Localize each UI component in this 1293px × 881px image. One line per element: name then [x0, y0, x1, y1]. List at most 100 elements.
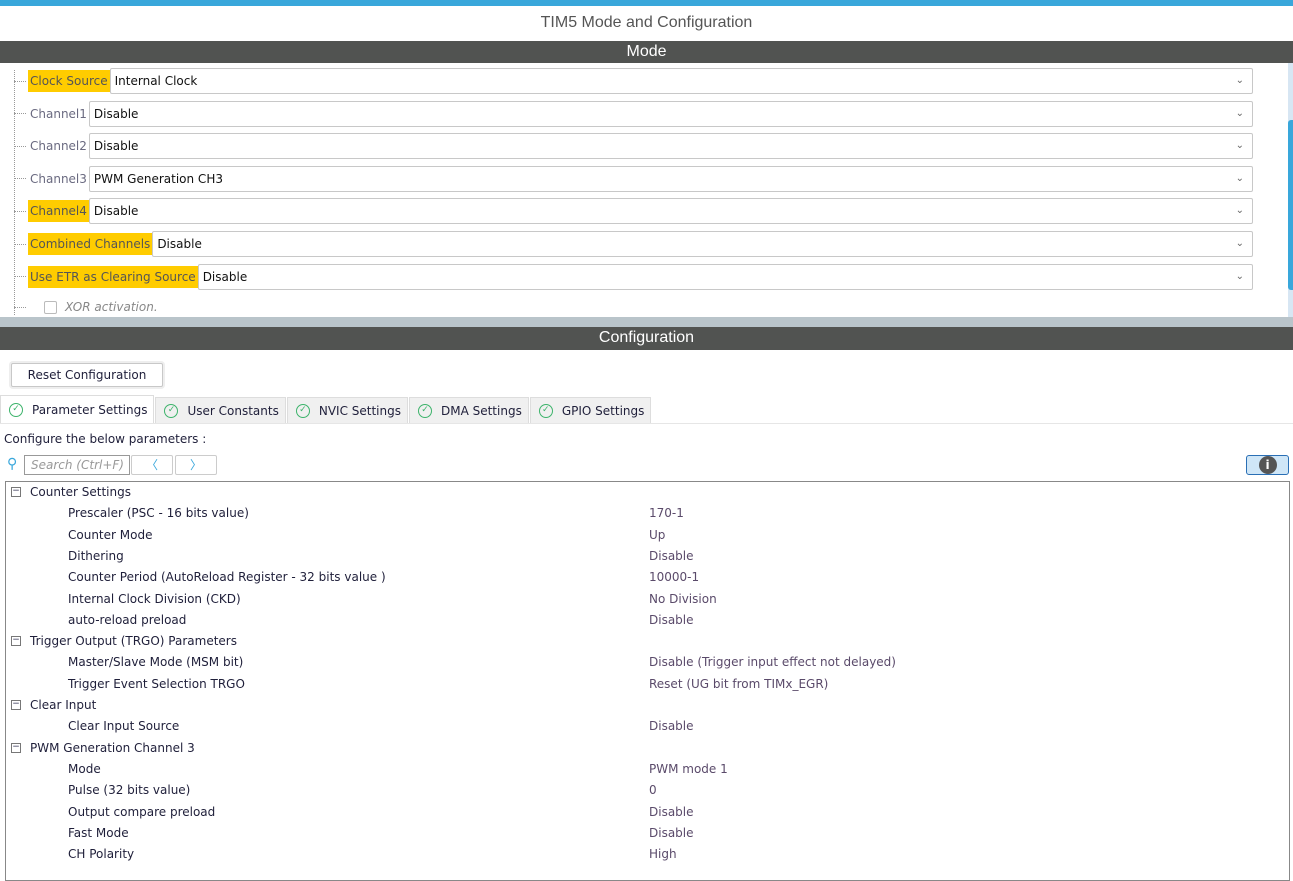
tab-user-constants[interactable]: ✓ User Constants: [155, 397, 286, 423]
parameter-row[interactable]: Clear Input Source Disable: [6, 716, 1289, 737]
parameter-row[interactable]: Master/Slave Mode (MSM bit) Disable (Trig…: [6, 652, 1289, 673]
group-label: Clear Input: [30, 698, 97, 712]
chevron-right-icon: 〉: [189, 458, 202, 472]
window-title: TIM5 Mode and Configuration: [540, 14, 753, 31]
mode-select[interactable]: Disable ⌄: [197, 263, 1253, 290]
group-label: Trigger Output (TRGO) Parameters: [30, 634, 237, 649]
parameter-value[interactable]: 170-1: [649, 503, 684, 524]
parameter-name: Dithering: [68, 548, 124, 563]
chevron-down-icon: ⌄: [1235, 75, 1244, 86]
top-accent-bar: [0, 0, 1293, 6]
parameter-name: Clear Input Source: [68, 719, 180, 734]
select-value: Disable: [93, 139, 139, 154]
collapse-icon[interactable]: −: [11, 636, 21, 647]
parameter-value[interactable]: Disable: [649, 716, 694, 737]
mode-row: Channel3 PWM Generation CH3 ⌄: [14, 165, 1253, 192]
parameter-value[interactable]: Disable: [649, 823, 694, 844]
parameter-name: auto-reload preload: [68, 612, 187, 627]
collapse-icon[interactable]: −: [11, 700, 21, 710]
parameter-row[interactable]: auto-reload preload Disable: [6, 610, 1289, 631]
mode-row: Channel4 Disable ⌄: [14, 198, 1253, 225]
chevron-down-icon: ⌄: [1235, 107, 1244, 119]
tree-group[interactable]: − Counter Settings: [6, 482, 1289, 503]
tab-nvic-settings[interactable]: ✓ NVIC Settings: [286, 397, 408, 423]
tab-parameter-settings[interactable]: ✓ Parameter Settings: [0, 395, 155, 423]
parameter-row[interactable]: Fast Mode Disable: [6, 823, 1289, 844]
mode-label: Use ETR as Clearing Source: [28, 265, 198, 288]
select-value: Disable: [93, 204, 139, 219]
tab-label: NVIC Settings: [318, 403, 401, 418]
parameter-name: Trigger Event Selection TRGO: [68, 676, 245, 691]
info-button[interactable]: i: [1246, 455, 1289, 475]
mode-row: Channel1 Disable ⌄: [14, 100, 1253, 127]
tree-group[interactable]: − Trigger Output (TRGO) Parameters: [6, 631, 1289, 652]
mode-select[interactable]: Disable ⌄: [88, 198, 1253, 225]
tree-connector: [14, 80, 26, 82]
parameter-name: Mode: [68, 761, 101, 776]
parameter-value[interactable]: Disable: [649, 610, 694, 631]
tree-connector: [14, 210, 26, 212]
parameter-row[interactable]: Mode PWM mode 1: [6, 759, 1289, 780]
tab-label: DMA Settings: [440, 403, 522, 418]
chevron-down-icon: ⌄: [1235, 172, 1244, 184]
config-tabs: ✓ Parameter Settings ✓ User Constants ✓ NVIC …: [0, 395, 1293, 424]
parameter-row[interactable]: Dithering Disable: [6, 546, 1289, 567]
parameter-value[interactable]: 0: [649, 780, 657, 801]
configuration-header: Configuration: [0, 327, 1293, 350]
parameter-value[interactable]: Disable: [649, 802, 694, 823]
search-input[interactable]: Search (Ctrl+F): [24, 455, 130, 475]
reset-configuration-button[interactable]: Reset Configuration: [11, 363, 163, 387]
chevron-down-icon: ⌄: [1235, 205, 1244, 217]
splitter[interactable]: [0, 317, 1293, 327]
search-next-button[interactable]: 〉: [175, 455, 217, 475]
parameter-value[interactable]: Disable: [649, 546, 694, 567]
parameter-row[interactable]: Pulse (32 bits value) 0: [6, 780, 1289, 801]
parameter-value[interactable]: PWM mode 1: [649, 759, 728, 780]
mode-select[interactable]: Disable ⌄: [88, 100, 1253, 127]
parameter-name: CH Polarity: [68, 847, 135, 862]
parameter-value[interactable]: Reset (UG bit from TIMx_EGR): [649, 674, 828, 695]
xor-activation-row[interactable]: XOR activation.: [14, 300, 158, 314]
mode-label: Channel4: [28, 200, 89, 223]
tab-dma-settings[interactable]: ✓ DMA Settings: [408, 397, 529, 423]
parameter-value[interactable]: No Division: [649, 589, 717, 610]
tab-gpio-settings[interactable]: ✓ GPIO Settings: [529, 397, 652, 423]
parameter-value[interactable]: 10000-1: [649, 567, 699, 588]
tree-connector: [14, 276, 26, 278]
mode-select[interactable]: Internal Clock ⌄: [109, 68, 1253, 94]
chevron-left-icon: 〈: [145, 458, 158, 472]
parameter-row[interactable]: Internal Clock Division (CKD) No Division: [6, 589, 1289, 610]
parameter-row[interactable]: CH Polarity High: [6, 844, 1289, 865]
parameter-row[interactable]: Trigger Event Selection TRGO Reset (UG bi…: [6, 674, 1289, 695]
parameter-row[interactable]: Counter Mode Up: [6, 525, 1289, 546]
scrollbar-thumb[interactable]: [1288, 120, 1293, 290]
collapse-icon[interactable]: −: [11, 742, 21, 753]
search-prev-button[interactable]: 〈: [131, 455, 173, 475]
tree-connector: [14, 113, 26, 115]
parameter-name: Internal Clock Division (CKD): [68, 591, 241, 606]
parameter-name: Fast Mode: [68, 825, 129, 840]
mode-row: Channel2 Disable ⌄: [14, 133, 1253, 160]
group-label: Counter Settings: [30, 485, 131, 499]
tree-group[interactable]: − Clear Input: [6, 695, 1289, 716]
mode-label: Channel3: [30, 171, 87, 186]
parameter-name: Output compare preload: [68, 804, 216, 819]
mode-select[interactable]: Disable ⌄: [88, 133, 1253, 160]
search-icon: ⚲: [7, 456, 18, 472]
parameter-row[interactable]: Counter Period (AutoReload Register - 32…: [6, 567, 1289, 588]
mode-select[interactable]: PWM Generation CH3 ⌄: [88, 165, 1253, 192]
parameter-row[interactable]: Prescaler (PSC - 16 bits value) 170-1: [6, 503, 1289, 524]
mode-select[interactable]: Disable ⌄: [152, 231, 1253, 257]
parameter-value[interactable]: Up: [649, 525, 665, 546]
xor-checkbox[interactable]: [44, 300, 57, 314]
parameter-value[interactable]: High: [649, 844, 677, 865]
tree-group[interactable]: − PWM Generation Channel 3: [6, 738, 1289, 759]
parameter-row[interactable]: Output compare preload Disable: [6, 802, 1289, 823]
group-label: PWM Generation Channel 3: [30, 740, 195, 755]
parameter-value[interactable]: Disable (Trigger input effect not delaye…: [649, 652, 896, 673]
instructions-text: Configure the below parameters :: [4, 432, 207, 446]
check-circle-icon: ✓: [538, 403, 553, 418]
collapse-icon[interactable]: −: [11, 487, 21, 497]
parameter-name: Prescaler (PSC - 16 bits value): [68, 506, 249, 521]
parameter-tree: − Counter Settings Prescaler (PSC - 16 bit…: [5, 481, 1290, 881]
